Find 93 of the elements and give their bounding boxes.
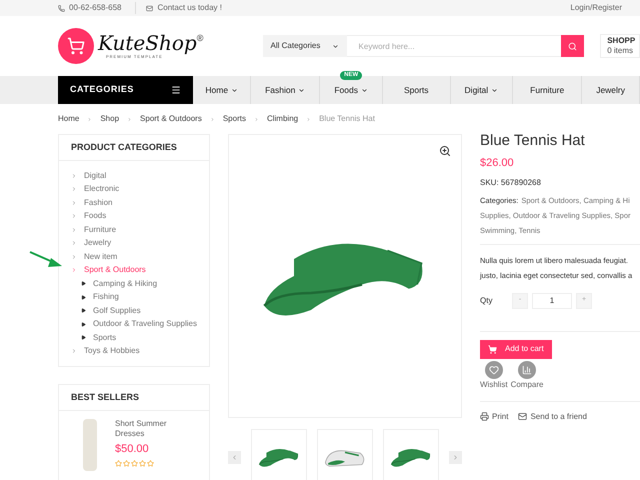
triangle-icon bbox=[81, 294, 86, 300]
mail-icon bbox=[518, 412, 528, 421]
arrow-icon bbox=[29, 250, 63, 268]
qty-label: Qty bbox=[480, 294, 494, 306]
bars-icon bbox=[522, 364, 532, 374]
send-link[interactable]: Send to a friend bbox=[518, 410, 587, 422]
category-link[interactable]: Electronic bbox=[71, 182, 197, 196]
sku-text: SKU: 567890268 bbox=[480, 176, 542, 188]
product-title: Blue Tennis Hat bbox=[480, 132, 586, 150]
product-price: $50.00 bbox=[115, 442, 150, 457]
nav-link[interactable]: Home bbox=[205, 84, 238, 96]
zoom-icon[interactable] bbox=[439, 145, 451, 157]
category-link[interactable]: New item bbox=[71, 250, 197, 264]
separator-icon bbox=[254, 116, 259, 122]
category-link[interactable]: Jewelry bbox=[71, 236, 197, 250]
categories-bar[interactable]: CATEGORIES bbox=[58, 76, 194, 104]
nav-link[interactable]: Jewelry bbox=[596, 84, 625, 96]
breadcrumb-link[interactable]: Home bbox=[58, 113, 80, 125]
mail-icon bbox=[146, 4, 154, 12]
triangle-icon bbox=[81, 308, 86, 314]
search-icon bbox=[568, 42, 578, 50]
category-link[interactable]: Fishing bbox=[71, 290, 197, 304]
chevron-icon bbox=[71, 226, 77, 233]
panel-title: BEST SELLERS bbox=[59, 385, 209, 411]
login-link[interactable]: Login/Register bbox=[570, 2, 622, 14]
panel-title: PRODUCT CATEGORIES bbox=[59, 135, 209, 161]
menu-icon bbox=[171, 85, 182, 95]
chevron-right-icon bbox=[452, 454, 459, 460]
separator-icon bbox=[210, 116, 215, 122]
caret-icon bbox=[360, 86, 368, 94]
triangle-icon bbox=[81, 322, 86, 327]
chevron-icon bbox=[71, 186, 77, 192]
category-link[interactable]: Sport & Outdoors bbox=[71, 264, 197, 277]
registered-mark: ® bbox=[196, 32, 204, 45]
breadcrumb-current: Blue Tennis Hat bbox=[319, 113, 375, 125]
phone-icon bbox=[58, 4, 65, 12]
chevron-icon bbox=[71, 213, 77, 220]
photo-placeholder bbox=[83, 419, 97, 471]
product-name[interactable]: Short Summer Dresses bbox=[115, 419, 185, 439]
nav-link[interactable]: Foods bbox=[334, 84, 368, 96]
thumbnail[interactable] bbox=[251, 429, 307, 480]
separator-icon bbox=[127, 116, 132, 122]
cart-logo-icon bbox=[58, 28, 94, 64]
caret-icon bbox=[491, 86, 498, 94]
category-link[interactable]: Golf Supplies bbox=[71, 304, 197, 318]
quantity-field[interactable]: 1 bbox=[532, 292, 572, 308]
category-link[interactable]: Sports bbox=[71, 331, 197, 344]
separator-icon bbox=[87, 116, 92, 122]
nav-link[interactable]: Furniture bbox=[530, 84, 564, 96]
category-link[interactable]: Furniture bbox=[71, 223, 197, 236]
category-link[interactable]: Fashion bbox=[71, 196, 197, 210]
category-link[interactable]: Outdoor & Traveling Supplies bbox=[71, 318, 197, 331]
printer-icon bbox=[480, 412, 489, 421]
category-link[interactable]: Camping & Hiking bbox=[71, 277, 197, 290]
caret-icon bbox=[231, 86, 238, 94]
chevron-icon bbox=[71, 172, 77, 179]
triangle-icon bbox=[81, 281, 86, 286]
breadcrumb-link[interactable]: Sports bbox=[222, 113, 246, 125]
product-price: $26.00 bbox=[480, 156, 515, 171]
print-link[interactable]: Print bbox=[480, 410, 508, 422]
category-link[interactable]: Foods bbox=[71, 210, 197, 223]
chevron-icon bbox=[71, 267, 77, 274]
chevron-icon bbox=[71, 348, 77, 354]
chevron-icon bbox=[71, 200, 77, 206]
thumbnail[interactable] bbox=[317, 429, 373, 480]
nav-link[interactable]: Fashion bbox=[265, 84, 306, 96]
add-to-cart-button[interactable]: Add to cart bbox=[480, 340, 552, 358]
cart-icon bbox=[488, 344, 497, 354]
caret-icon bbox=[332, 42, 339, 50]
heart-icon bbox=[488, 364, 499, 374]
separator-icon bbox=[306, 116, 312, 122]
category-link[interactable]: Digital bbox=[71, 169, 197, 182]
logo-text: KuteShop bbox=[98, 32, 197, 54]
caret-icon bbox=[298, 86, 306, 94]
search-field[interactable]: Keyword here... bbox=[346, 35, 562, 57]
category-link[interactable]: Toys & Hobbies bbox=[71, 344, 197, 358]
contact-link[interactable]: Contact us today ! bbox=[157, 2, 222, 14]
breadcrumb-link[interactable]: Shop bbox=[100, 113, 120, 125]
compare-button[interactable]: Compare bbox=[510, 360, 544, 390]
nav-link[interactable]: Digital bbox=[464, 84, 498, 96]
search-button[interactable] bbox=[561, 35, 584, 57]
chevron-icon bbox=[71, 240, 77, 246]
phone-number: 00-62-658-658 bbox=[69, 2, 122, 14]
breadcrumb-link[interactable]: Sport & Outdoors bbox=[140, 113, 202, 125]
chevron-icon bbox=[71, 254, 77, 260]
nav-link[interactable]: Sports bbox=[404, 84, 429, 96]
wishlist-button[interactable]: Wishlist bbox=[480, 360, 508, 390]
chevron-left-icon bbox=[231, 454, 238, 460]
category-select[interactable]: All Categories bbox=[262, 35, 347, 57]
breadcrumb-link[interactable]: Climbing bbox=[266, 113, 298, 125]
thumbnail[interactable] bbox=[383, 429, 439, 480]
triangle-icon bbox=[81, 335, 86, 340]
cart-summary[interactable]: SHOPP 0 items bbox=[600, 34, 640, 58]
